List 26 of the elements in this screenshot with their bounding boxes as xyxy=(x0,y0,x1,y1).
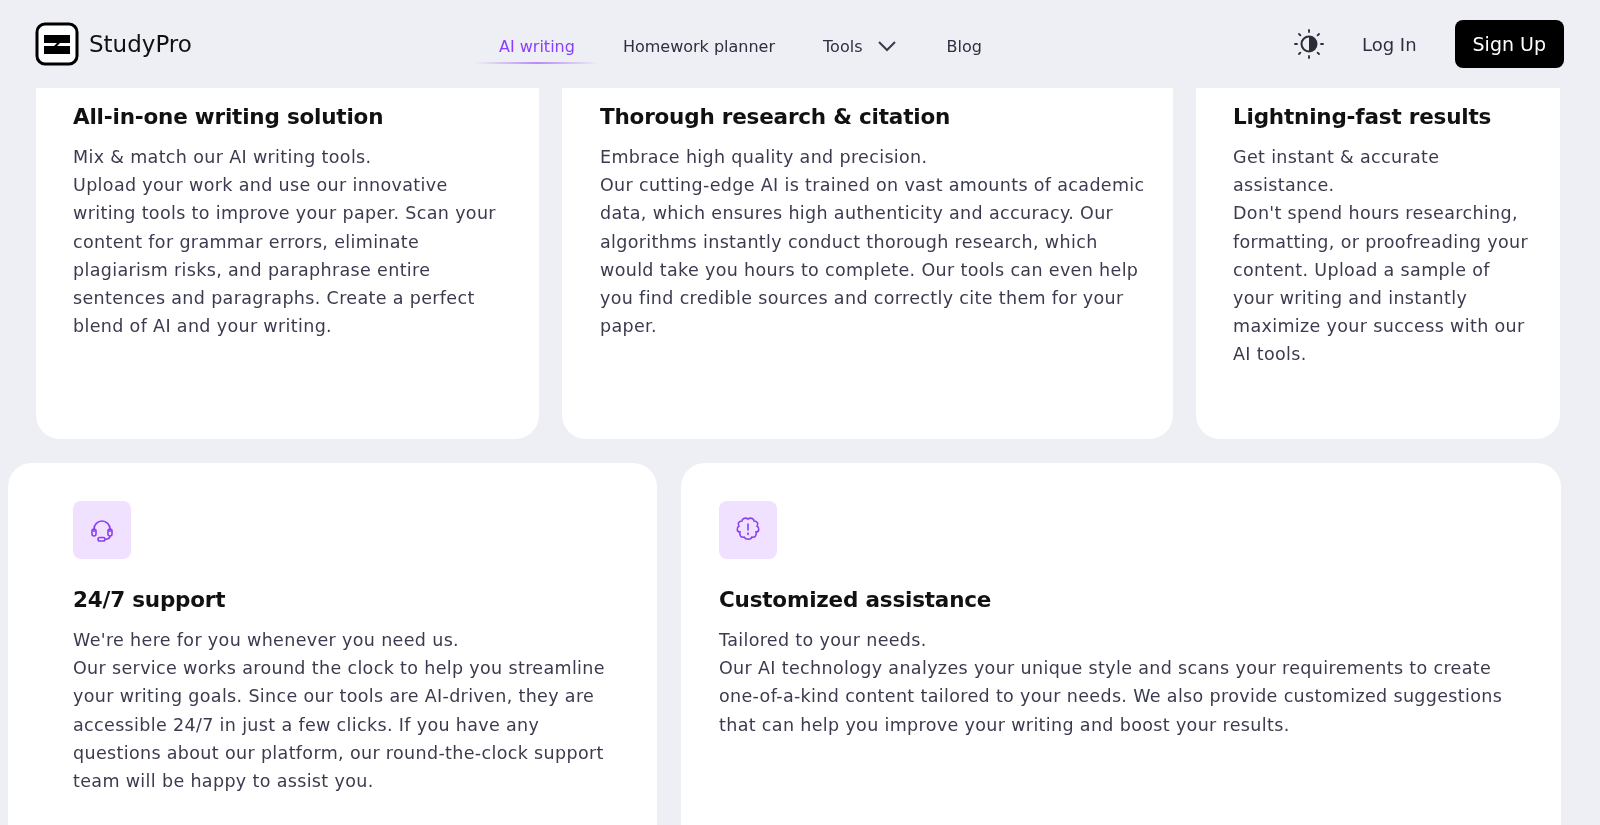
card-title: Thorough research & citation xyxy=(600,104,952,129)
theme-toggle-icon[interactable] xyxy=(1293,29,1324,59)
card-lead: We're here for you whenever you need us. xyxy=(73,629,461,652)
card-title: All-in-one writing solution xyxy=(73,104,385,129)
card-text: Our cutting-edge AI is trained on vast amounts of academic data, which ensures high authenticity and accuracy. Our algorithms instantly conduct thorough research, which would take you hours to complete. Our tools can even help you find credible sources and correctly cite them for your paper. xyxy=(600,174,1145,339)
card-lead: Tailored to your needs. xyxy=(719,629,928,652)
brain-icon xyxy=(719,501,777,559)
headset-icon xyxy=(73,501,131,559)
card-title: Lightning-fast results xyxy=(1233,104,1493,129)
card-text: Don't spend hours researching, formatting, or proofreading your content. Upload a sample of your writing and instantly maximize your success with our AI tools. xyxy=(1233,202,1529,367)
login-link[interactable]: Log In xyxy=(1361,33,1417,55)
card-lead: Mix & match our AI writing tools. xyxy=(73,146,373,169)
card-text: Our AI technology analyzes your unique style and scans your requirements to create one-of-a-kind content tailored to your needs. We also provide customized suggestions that can help you improve your writing and boost your results. xyxy=(719,657,1504,737)
brand-name[interactable]: StudyPro xyxy=(89,31,192,57)
card-text: Our service works around the clock to help you streamline your writing goals. Since our tools are AI-driven, they are accessible 24/7 in just a few clicks. If you have any questions about our platform, our round-the-clock support team will be happy to assist you. xyxy=(73,657,606,793)
chevron-down-icon xyxy=(876,39,899,53)
signup-button[interactable]: Sign Up xyxy=(1454,20,1564,68)
logo-icon xyxy=(35,22,79,66)
card-lead: Embrace high quality and precision. xyxy=(600,146,929,169)
nav-link[interactable]: Blog xyxy=(922,28,1006,64)
card-title: Customized assistance xyxy=(719,587,993,612)
card-text: Upload your work and use our innovative writing tools to improve your paper. Scan your content for grammar errors, eliminate plagiarism risks, and paraphrase entire sentences and paragraphs. Create a perfect blend of AI and your writing. xyxy=(73,174,497,339)
nav-link[interactable]: Tools xyxy=(799,28,923,64)
nav-link[interactable]: Homework planner xyxy=(598,28,800,64)
card-lead: Get instant & accurate assistance. xyxy=(1233,146,1441,198)
card-title: 24/7 support xyxy=(73,587,227,612)
